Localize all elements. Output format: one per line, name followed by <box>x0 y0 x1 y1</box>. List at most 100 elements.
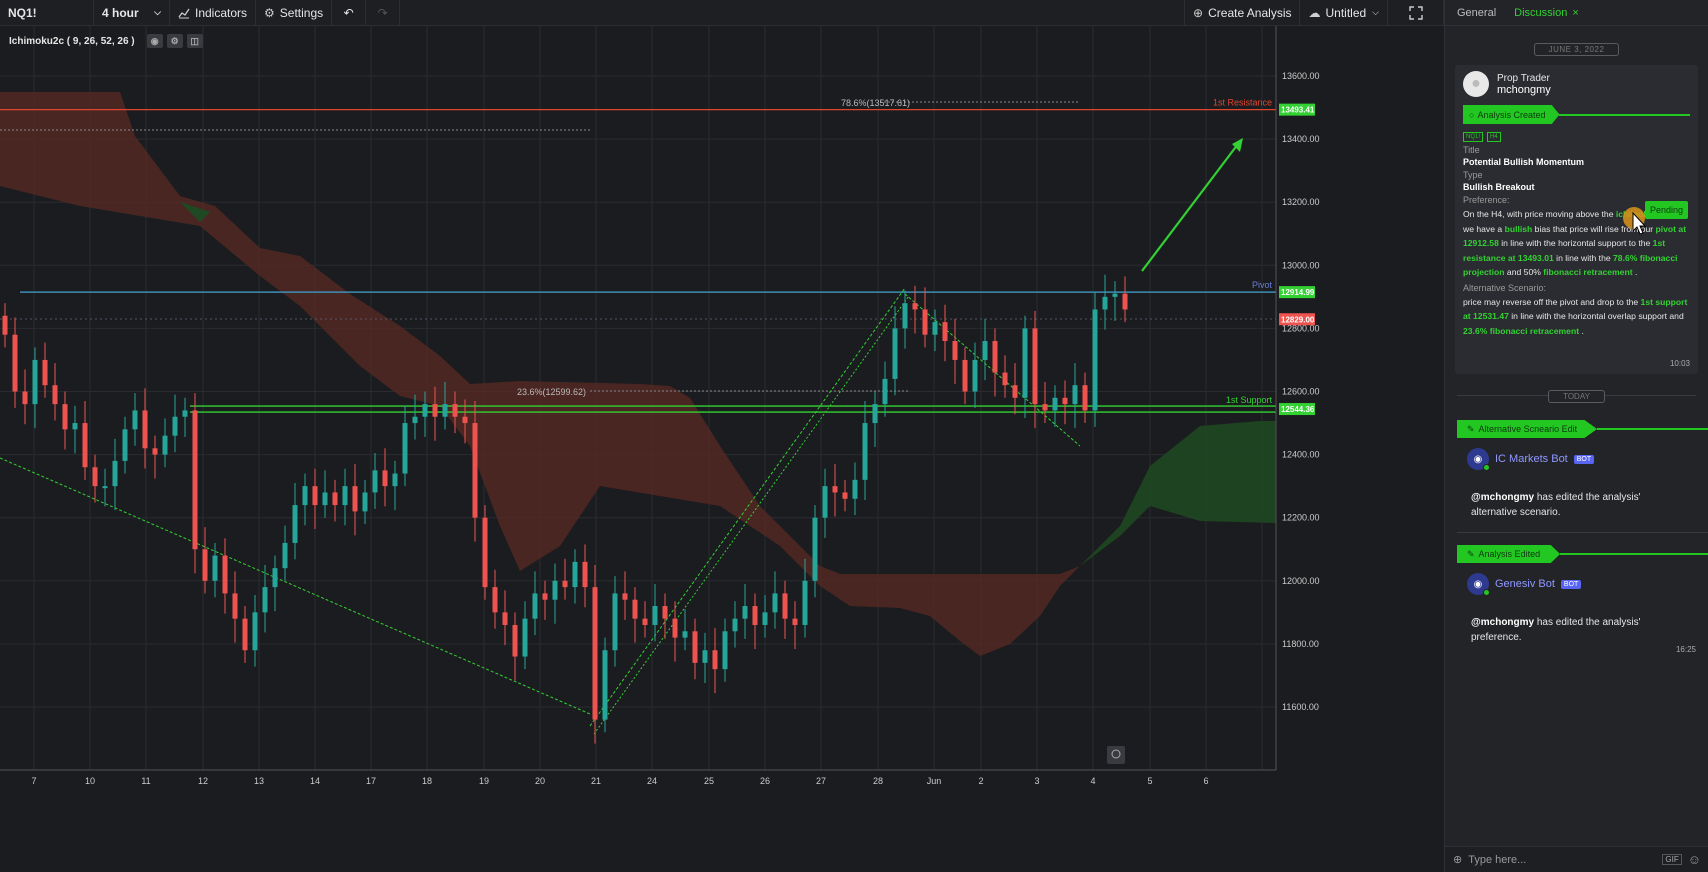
candle-body <box>962 359 968 392</box>
chart-toolbar: NQ1! 4 hour ⌵ Indicators ⚙ Settings ↶ ↷ … <box>0 0 1444 26</box>
candle-body <box>442 404 448 417</box>
redo-button[interactable]: ↷ <box>366 0 401 26</box>
card-timestamp: 10:03 <box>1669 359 1690 368</box>
candle-body <box>892 328 898 379</box>
gear-icon[interactable]: ⚙ <box>166 34 183 48</box>
symbol-tag: NQ1! <box>1463 132 1484 142</box>
pivot-label: Pivot <box>1252 280 1273 290</box>
candle-body <box>862 423 868 480</box>
trash-icon[interactable]: ◫ <box>186 34 203 48</box>
candle-body <box>812 517 818 581</box>
candle-body <box>212 555 218 581</box>
candle-body <box>852 479 858 499</box>
candle-body <box>322 492 328 506</box>
price-tick-label: 12600.00 <box>1282 387 1320 397</box>
candle-body <box>462 416 468 424</box>
candle-body <box>1002 372 1008 386</box>
price-tick-label: 13000.00 <box>1282 260 1320 270</box>
create-analysis-button[interactable]: ⊕ Create Analysis <box>1184 0 1301 26</box>
symbol-selector[interactable]: NQ1! <box>0 0 94 26</box>
chart-line-icon <box>178 8 190 18</box>
message-input[interactable]: Type here... <box>1468 854 1656 866</box>
study-label: Ichimoku2c ( 9, 26, 52, 26 ) <box>9 35 135 47</box>
candle-body <box>282 542 288 569</box>
bot-avatar[interactable]: ◉ <box>1467 448 1490 471</box>
chart-canvas[interactable]: 1st Resistance Pivot 1st Support 78.6%(1351… <box>0 26 1444 872</box>
close-icon[interactable]: × <box>1572 7 1578 19</box>
candle-body <box>1082 385 1088 411</box>
candle-body <box>422 404 428 417</box>
candle-body <box>922 309 928 335</box>
gif-button[interactable]: GIF <box>1662 854 1682 865</box>
candle-body <box>302 486 308 506</box>
undo-button[interactable]: ↶ <box>332 0 367 26</box>
avatar[interactable]: ● <box>1463 71 1489 97</box>
candle-body <box>1072 385 1078 405</box>
undo-icon: ↶ <box>343 5 354 20</box>
layout-selector[interactable]: ☁ Untitled ⌵ <box>1300 0 1388 26</box>
candle-body <box>722 631 728 670</box>
timeframe-tag: H4 <box>1487 132 1501 142</box>
candle-body <box>22 391 28 405</box>
event-message: @mchongmy has edited the analysis' prefe… <box>1471 617 1641 643</box>
candle-body <box>12 334 18 392</box>
emoji-icon[interactable]: ☺ <box>1688 852 1701 867</box>
candle-body <box>122 429 128 461</box>
candle-body <box>822 486 828 518</box>
author-role: Prop Trader <box>1497 72 1550 84</box>
candle-body <box>162 435 168 455</box>
candle-body <box>372 470 378 493</box>
bot-avatar[interactable]: ◉ <box>1467 573 1490 596</box>
candle-body <box>352 486 358 512</box>
pencil-icon: ✎ <box>1467 423 1475 434</box>
candle-body <box>792 618 798 625</box>
candle-body <box>1022 328 1028 398</box>
price-chart[interactable]: Ichimoku2c ( 9, 26, 52, 26 ) ◉ ⚙ ◫ 1st R… <box>0 26 1444 872</box>
type-value: Bullish Breakout <box>1463 182 1535 192</box>
candle-body <box>32 359 38 405</box>
plus-circle-icon[interactable]: ⊕ <box>1453 853 1462 866</box>
resistance-badge: 13493.41 <box>1281 106 1315 115</box>
bot-name[interactable]: IC Markets Bot <box>1495 453 1568 465</box>
candle-body <box>392 473 398 487</box>
time-tick-label: 28 <box>873 776 883 786</box>
candle-body <box>932 322 938 335</box>
candle-body <box>382 470 388 487</box>
interval-selector[interactable]: 4 hour ⌵ <box>94 0 170 26</box>
fullscreen-button[interactable] <box>1388 0 1444 26</box>
indicators-button[interactable]: Indicators <box>170 0 257 26</box>
candle-body <box>832 486 838 493</box>
redo-icon: ↷ <box>377 5 388 20</box>
time-tick-label: Jun <box>927 776 942 786</box>
price-tick-label: 12200.00 <box>1282 513 1320 523</box>
cloud-icon: ☁ <box>1308 5 1321 20</box>
tab-discussion[interactable]: Discussion × <box>1514 7 1579 19</box>
support-badge: 12544.36 <box>1281 405 1315 414</box>
time-tick-label: 20 <box>535 776 545 786</box>
candle-body <box>142 410 148 449</box>
candle-body <box>742 606 748 619</box>
eye-icon[interactable]: ◉ <box>146 34 163 48</box>
settings-button[interactable]: ⚙ Settings <box>256 0 333 26</box>
candle-body <box>252 612 258 651</box>
time-tick-label: 10 <box>85 776 95 786</box>
time-tick-label: 26 <box>760 776 770 786</box>
candle-body <box>772 593 778 613</box>
candle-body <box>242 618 248 651</box>
interval-label: 4 hour <box>102 5 139 20</box>
bot-badge: BOT <box>1573 454 1595 464</box>
candle-body <box>412 416 418 424</box>
time-tick-label: 12 <box>198 776 208 786</box>
candle-body <box>882 378 888 405</box>
candle-body <box>42 359 48 386</box>
type-label: Type <box>1463 170 1483 180</box>
candle-body <box>92 467 98 487</box>
author-name[interactable]: mchongmy <box>1497 84 1551 96</box>
lightbulb-icon: ○ <box>1469 109 1475 120</box>
candle-body <box>102 486 108 489</box>
author: ● Prop Trader mchongmy <box>1463 71 1690 97</box>
bot-name[interactable]: Genesiv Bot <box>1495 578 1555 590</box>
candle-body <box>292 505 298 543</box>
candle-body <box>952 341 958 360</box>
tab-general[interactable]: General <box>1457 7 1496 19</box>
